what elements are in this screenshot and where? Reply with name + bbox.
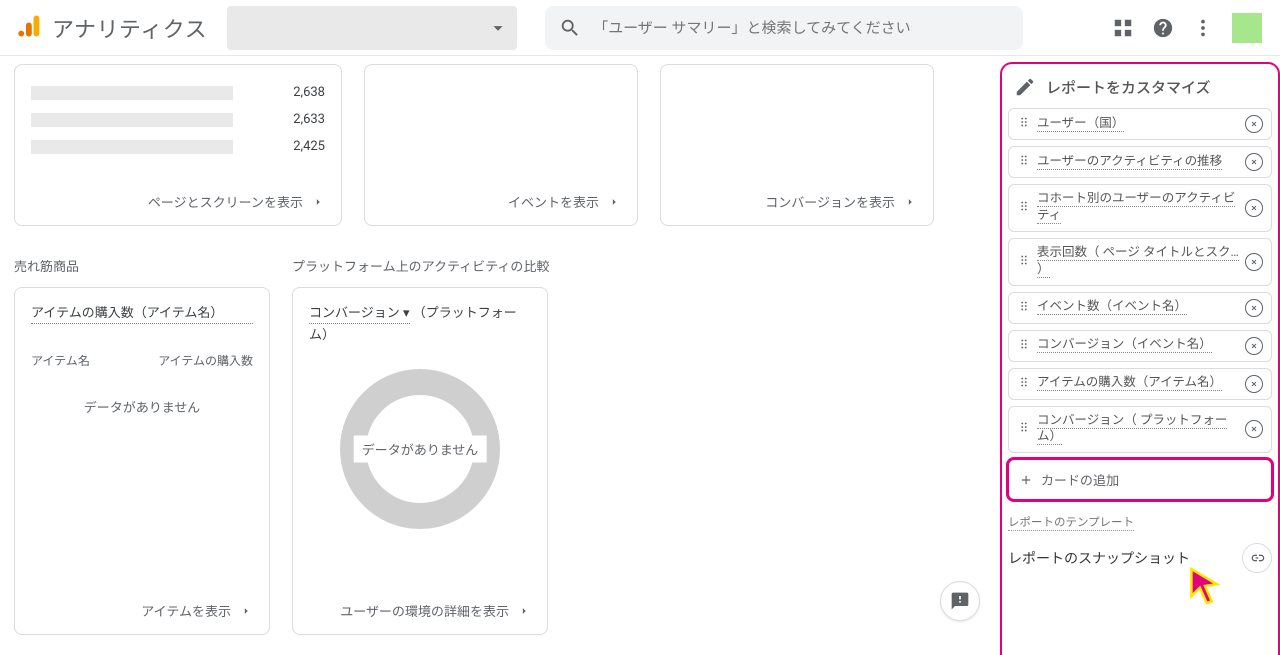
property-selector[interactable] — [227, 6, 517, 50]
feedback-icon — [950, 591, 970, 611]
card-manager-item[interactable]: イベント数（イベント名） — [1008, 292, 1272, 324]
remove-icon[interactable] — [1245, 375, 1263, 393]
remove-icon[interactable] — [1245, 115, 1263, 133]
drag-handle-icon[interactable] — [1017, 420, 1031, 438]
card-manager-item[interactable]: 表示回数（ ページ タイトルとスク… ） — [1008, 238, 1272, 286]
card-manager-label: コンバージョン（ プラットフォーム） — [1037, 413, 1239, 447]
metric-label[interactable]: コンバージョン ▾ — [309, 302, 410, 324]
plus-icon — [1019, 473, 1033, 487]
apps-icon[interactable] — [1112, 17, 1134, 39]
card-manager-item[interactable]: コンバージョン（ プラットフォーム） — [1008, 406, 1272, 454]
card-link[interactable]: イベントを表示 — [381, 192, 621, 211]
empty-state: データがありません — [354, 436, 487, 463]
card-manager-item[interactable]: ユーザー（国） — [1008, 108, 1272, 140]
arrow-right-icon — [311, 195, 325, 209]
report-canvas: 2,638 2,633 2,425 ページとスクリーンを表示 イベントを表示 — [0, 56, 1000, 655]
card-items: アイテムの購入数（アイテム名） アイテム名 アイテムの購入数 データがありません… — [14, 287, 270, 635]
drag-handle-icon[interactable] — [1017, 299, 1031, 317]
card-manager-label: ユーザー（国） — [1037, 116, 1239, 133]
remove-icon[interactable] — [1245, 199, 1263, 217]
template-link[interactable]: レポートのテンプレート — [1008, 514, 1134, 531]
card-manager-label: ユーザーのアクティビティの推移 — [1037, 154, 1239, 171]
arrow-right-icon — [517, 604, 531, 618]
metric-label[interactable]: アイテムの購入数（アイテム名） — [31, 302, 253, 324]
snapshot-button[interactable] — [1242, 543, 1272, 573]
customize-panel: レポートをカスタマイズ ユーザー（国） ユーザーのアクティビティの推移コホート別の… — [1000, 62, 1280, 655]
snapshot-label: レポートのスナップショット — [1008, 548, 1190, 568]
metric-value: 2,638 — [293, 85, 325, 100]
cursor-annotation — [1188, 567, 1222, 605]
product-name: アナリティクス — [52, 12, 207, 44]
card-link[interactable]: ページとスクリーンを表示 — [31, 192, 325, 211]
help-icon[interactable] — [1152, 17, 1174, 39]
card-manager-label: アイテムの購入数（アイテム名） — [1037, 375, 1239, 392]
arrow-right-icon — [239, 604, 253, 618]
card-link[interactable]: ユーザーの環境の詳細を表示 — [309, 601, 531, 620]
drag-handle-icon[interactable] — [1017, 199, 1031, 217]
remove-icon[interactable] — [1245, 153, 1263, 171]
card-platform: コンバージョン ▾ （プラットフォーム） データがありません ユーザーの環境の詳… — [292, 287, 548, 635]
main: 2,638 2,633 2,425 ページとスクリーンを表示 イベントを表示 — [0, 56, 1280, 655]
card-conversions: コンバージョンを表示 — [660, 64, 934, 226]
card-manager-label: イベント数（イベント名） — [1037, 299, 1239, 316]
empty-state: データがありません — [31, 397, 253, 416]
header-actions — [1112, 13, 1272, 43]
remove-icon[interactable] — [1245, 337, 1263, 355]
drag-handle-icon[interactable] — [1017, 253, 1031, 271]
arrow-right-icon — [607, 195, 621, 209]
drag-handle-icon[interactable] — [1017, 337, 1031, 355]
card-manager-label: 表示回数（ ページ タイトルとスク… ） — [1037, 245, 1239, 279]
metric-value: 2,425 — [293, 139, 325, 154]
add-card-button[interactable]: カードの追加 — [1008, 459, 1272, 500]
search-icon — [559, 17, 581, 39]
drag-handle-icon[interactable] — [1017, 375, 1031, 393]
panel-title: レポートをカスタマイズ — [1008, 70, 1272, 108]
card-manager-label: コンバージョン（イベント名） — [1037, 337, 1239, 354]
link-icon — [1249, 550, 1265, 566]
section-title: 売れ筋商品 — [14, 256, 270, 275]
card-pages: 2,638 2,633 2,425 ページとスクリーンを表示 — [14, 64, 342, 226]
search-placeholder: 「ユーザー サマリー」と検索してみてください — [593, 17, 911, 38]
card-manager-item[interactable]: コンバージョン（イベント名） — [1008, 330, 1272, 362]
card-link[interactable]: アイテムを表示 — [31, 601, 253, 620]
logo[interactable]: アナリティクス — [8, 12, 215, 44]
edit-icon — [1014, 76, 1036, 98]
remove-icon[interactable] — [1245, 253, 1263, 271]
column-header: アイテムの購入数 — [158, 352, 253, 369]
drag-handle-icon[interactable] — [1017, 115, 1031, 133]
card-link[interactable]: コンバージョンを表示 — [677, 192, 917, 211]
card-manager-item[interactable]: ユーザーのアクティビティの推移 — [1008, 146, 1272, 178]
avatar[interactable] — [1232, 13, 1262, 43]
more-vert-icon[interactable] — [1192, 17, 1214, 39]
drag-handle-icon[interactable] — [1017, 153, 1031, 171]
card-manager-item[interactable]: コホート別のユーザーのアクティビティ — [1008, 184, 1272, 232]
caret-down-icon — [487, 17, 509, 39]
section-title: プラットフォーム上のアクティビティの比較 — [292, 256, 549, 275]
card-manager-label: コホート別のユーザーのアクティビティ — [1037, 191, 1239, 225]
card-events: イベントを表示 — [364, 64, 638, 226]
metric-value: 2,633 — [293, 112, 325, 127]
remove-icon[interactable] — [1245, 420, 1263, 438]
feedback-button[interactable] — [940, 581, 980, 621]
analytics-logo-icon — [16, 12, 44, 44]
column-header: アイテム名 — [31, 352, 90, 369]
app-header: アナリティクス 「ユーザー サマリー」と検索してみてください — [0, 0, 1280, 56]
remove-icon[interactable] — [1245, 299, 1263, 317]
card-manager-item[interactable]: アイテムの購入数（アイテム名） — [1008, 368, 1272, 400]
search-bar[interactable]: 「ユーザー サマリー」と検索してみてください — [545, 6, 1023, 50]
arrow-right-icon — [903, 195, 917, 209]
